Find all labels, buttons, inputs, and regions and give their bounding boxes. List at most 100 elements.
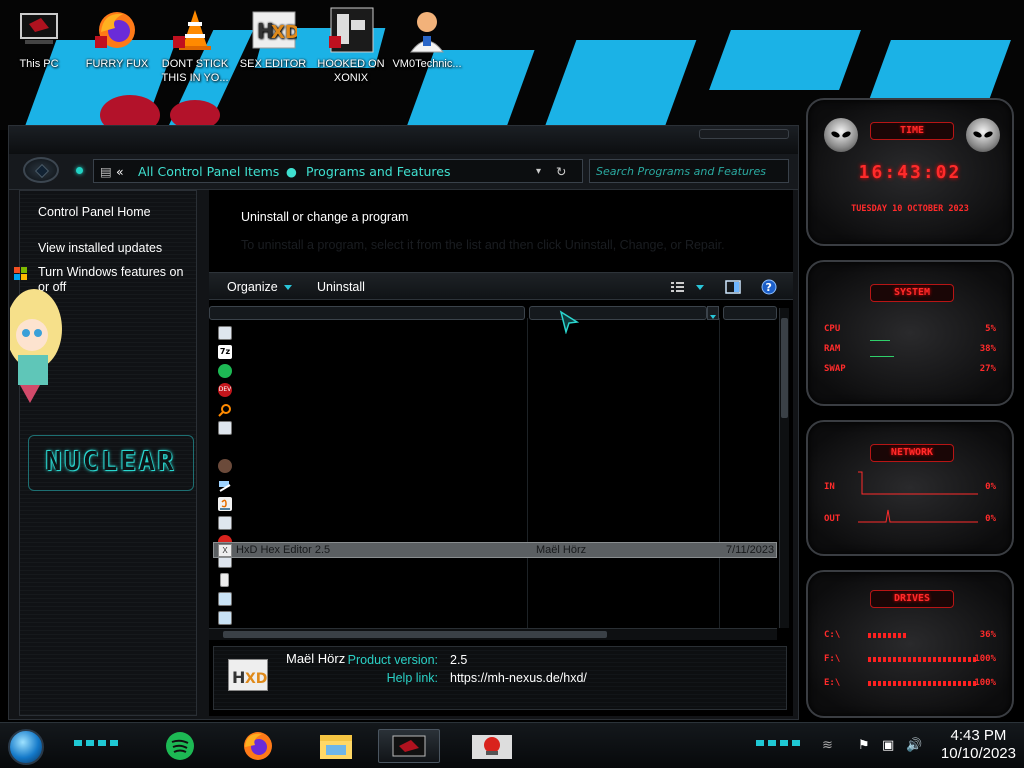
document-icon[interactable]: [220, 573, 229, 587]
column-dropdown-icon[interactable]: [707, 306, 719, 320]
network-tool-icon[interactable]: [218, 478, 232, 492]
desktop-icon-furry-fux[interactable]: FURRY FUX: [80, 6, 154, 71]
installer-icon[interactable]: [218, 611, 232, 625]
swap-label: SWAP: [824, 364, 846, 374]
organize-button[interactable]: Organize: [227, 280, 292, 294]
view-installed-updates-link[interactable]: View installed updates: [38, 241, 162, 255]
window-titlebar[interactable]: [9, 126, 798, 154]
drive-c-bar: [868, 633, 908, 638]
desktop-icon-vlc[interactable]: DONT STICK THIS IN YO...: [158, 6, 232, 85]
alienware-icon: [966, 118, 1000, 152]
breadcrumb-all-control-panel-items[interactable]: All Control Panel Items: [138, 164, 279, 179]
taskbar-media-button[interactable]: [466, 729, 518, 763]
preview-pane-icon[interactable]: [725, 279, 741, 295]
clock-time: 4:43 PM: [950, 727, 1007, 744]
drive-f-bar: [868, 657, 978, 662]
desktop-icon-hooked-on-xonix[interactable]: HOOKED ON XONIX: [314, 6, 388, 85]
java-icon[interactable]: [218, 497, 232, 511]
drive-e-label: E:\: [824, 678, 841, 688]
product-version-label: Product version:: [347, 653, 438, 667]
desktop-icon-label: FURRY FUX: [85, 58, 149, 70]
drive-e-bar: [868, 681, 978, 686]
programs-list[interactable]: 7z DEV X HxD Hex Editor 2.5 Maël Hörz 7/…: [209, 300, 793, 640]
installer-icon[interactable]: [218, 592, 232, 606]
system-gadget-title: SYSTEM: [870, 284, 954, 302]
time-gadget[interactable]: TIME 16:43:02 TUESDAY 10 OCTOBER 2023: [806, 98, 1014, 246]
search-input[interactable]: Search Programs and Features: [589, 159, 789, 183]
ram-graph: [870, 356, 894, 357]
desktop-icon-sex-editor[interactable]: H XD SEX EDITOR: [236, 6, 310, 71]
taskbar-decoration: [756, 740, 800, 746]
column-header-installed-on[interactable]: [723, 306, 777, 320]
cpu-value: 5%: [985, 324, 996, 334]
windows-features-shield-icon: [14, 267, 28, 281]
back-forward-orb-icon[interactable]: [23, 157, 59, 183]
help-link[interactable]: https://mh-nexus.de/hxd/: [450, 671, 587, 685]
taskbar-firefox-button[interactable]: [236, 729, 280, 763]
program-icon[interactable]: [218, 326, 232, 340]
time-gadget-title: TIME: [870, 122, 954, 140]
ram-value: 38%: [979, 344, 996, 354]
control-panel-home-link[interactable]: Control Panel Home: [38, 205, 151, 219]
product-version-value: 2.5: [450, 653, 468, 667]
hxd-icon: H XD: [249, 6, 300, 54]
uninstall-button[interactable]: Uninstall: [317, 280, 365, 294]
drives-gadget[interactable]: DRIVES C:\ 36% F:\ 100% E:\ 100%: [806, 570, 1014, 718]
start-orb-button[interactable]: [8, 729, 44, 765]
net-in-label: IN: [824, 482, 835, 492]
task-pane: Control Panel Home View installed update…: [6, 190, 197, 716]
desktop-icon-vm0technic[interactable]: VM0Technic...: [390, 6, 464, 71]
cpu-label: CPU: [824, 324, 841, 334]
program-icon[interactable]: [218, 516, 232, 530]
clock-date: 10/10/2023: [940, 745, 1016, 762]
7zip-icon[interactable]: 7z: [218, 345, 232, 359]
nav-status-dot: [76, 167, 83, 174]
game-icon: [327, 6, 375, 54]
spotify-icon: [166, 732, 194, 760]
drive-e-value: 100%: [974, 678, 996, 688]
desktop-gadgets: TIME 16:43:02 TUESDAY 10 OCTOBER 2023 SY…: [800, 90, 1020, 720]
swap-value: 27%: [979, 364, 996, 374]
breadcrumb-programs-and-features[interactable]: Programs and Features: [306, 164, 450, 179]
taskbar-spotify-button[interactable]: [158, 729, 202, 763]
net-in-value: 0%: [985, 482, 996, 492]
network-gadget[interactable]: NETWORK IN 0% OUT 0%: [806, 420, 1014, 556]
search-tool-icon[interactable]: [218, 402, 232, 417]
drive-f-value: 100%: [974, 654, 996, 664]
vertical-scrollbar[interactable]: [779, 308, 789, 628]
file-explorer-icon: [320, 735, 352, 759]
taskbar-control-panel-button[interactable]: [378, 729, 440, 763]
breadcrumb-overflow-icon[interactable]: «: [116, 164, 124, 179]
volume-icon[interactable]: 🔊: [906, 738, 922, 753]
refresh-icon[interactable]: ↻: [556, 164, 566, 179]
program-icon[interactable]: [218, 421, 232, 435]
firefox-icon: [93, 6, 141, 54]
table-row-selected[interactable]: X HxD Hex Editor 2.5 Maël Hörz 7/11/2023: [213, 542, 777, 558]
column-header-name[interactable]: [209, 306, 525, 320]
desktop-icon-label: SEX EDITOR: [239, 58, 307, 70]
command-bar: Organize Uninstall ?: [209, 272, 793, 300]
system-gadget[interactable]: SYSTEM CPU 5% RAM 38% SWAP 27%: [806, 260, 1014, 406]
spotify-icon[interactable]: [218, 364, 232, 378]
action-center-flag-icon[interactable]: ⚑: [858, 738, 870, 753]
horizontal-scrollbar[interactable]: [209, 628, 777, 640]
details-publisher: Maël Hörz: [286, 651, 346, 666]
desktop-icon-this-pc[interactable]: This PC: [2, 6, 76, 71]
system-clock[interactable]: 4:43 PM 10/10/2023: [941, 727, 1016, 763]
taskbar-decoration: [74, 740, 118, 746]
nuclear-theme-logo: NUCLEAR: [28, 435, 194, 491]
avatar-icon[interactable]: [218, 459, 232, 473]
hxd-large-icon: H XD: [228, 659, 268, 691]
desktop-icon-label: This PC: [19, 58, 59, 70]
network-icon[interactable]: ▣: [882, 738, 894, 753]
column-header-publisher[interactable]: [529, 306, 707, 320]
address-bar[interactable]: ▤ « All Control Panel Items ● Programs a…: [93, 159, 583, 183]
devcpp-icon[interactable]: DEV: [218, 383, 232, 397]
change-view-button[interactable]: [669, 280, 709, 294]
control-panel-icon: ▤: [100, 164, 112, 179]
taskbar-file-explorer-button[interactable]: [314, 729, 358, 763]
show-hidden-icons[interactable]: ≋: [822, 738, 833, 753]
help-icon[interactable]: ?: [761, 279, 777, 295]
program-install-date: 7/11/2023: [726, 544, 775, 556]
address-dropdown-icon[interactable]: ▾: [536, 166, 541, 177]
